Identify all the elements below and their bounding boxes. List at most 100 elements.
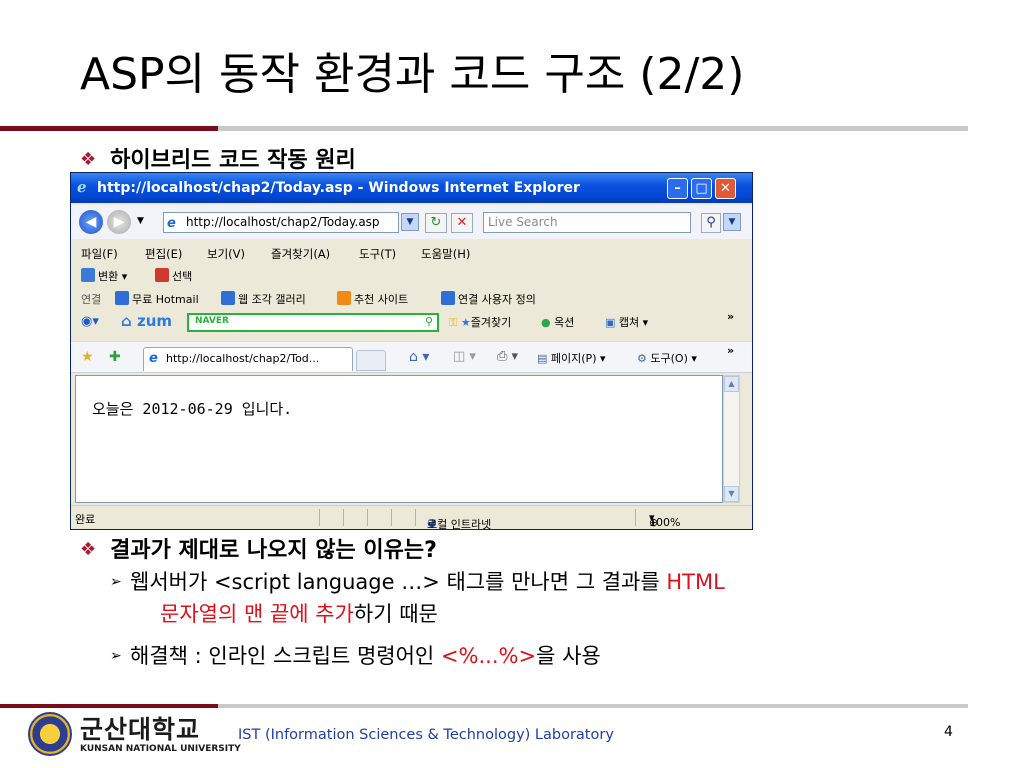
minimize-button[interactable]: – — [667, 178, 688, 199]
menu-view[interactable]: 보기(V) — [207, 246, 245, 262]
bullet-text: 결과가 제대로 나오지 않는 이유는? — [110, 538, 437, 563]
zum-auction-label: 옥션 — [554, 316, 575, 329]
zum-logo[interactable]: ⌂ zum — [121, 312, 172, 330]
zoom-control[interactable]: ⊕ 100% ▾ — [649, 511, 680, 529]
page-number: 4 — [944, 724, 953, 740]
page-menu-label: 페이지(P) — [550, 352, 597, 365]
chevron-right-icon[interactable]: » — [727, 310, 734, 323]
select-button[interactable]: 선택 — [155, 268, 192, 284]
capture-icon: ▣ — [605, 316, 616, 329]
naver-search-icon[interactable]: ⚲ — [425, 315, 433, 328]
link-web-slice-gallery[interactable]: 웹 조각 갤러리 — [221, 291, 306, 307]
tab-today-asp[interactable]: e http://localhost/chap2/Tod... — [143, 347, 353, 371]
select-icon — [155, 268, 169, 282]
status-text: 완료 — [75, 513, 96, 526]
feeds-icon[interactable]: ◫ ▾ — [453, 349, 476, 364]
sub-bullet-highlight: 문자열의 맨 끝에 추가 — [160, 602, 354, 626]
ie-titlebar[interactable]: ℯ http://localhost/chap2/Today.asp - Win… — [71, 173, 752, 203]
refresh-button[interactable]: ↻ — [425, 213, 447, 233]
search-icon[interactable]: ⚲ — [701, 213, 721, 233]
page-content: 오늘은 2012-06-29 입니다. — [75, 375, 723, 503]
lab-name: IST (Information Sciences & Technology) … — [238, 727, 614, 743]
menu-file[interactable]: 파일(F) — [81, 246, 118, 262]
new-tab-button[interactable] — [356, 350, 386, 371]
title-divider — [0, 126, 968, 131]
back-button[interactable]: ◀ — [79, 210, 103, 234]
status-divider — [415, 509, 416, 526]
naver-label: NAVER — [195, 316, 229, 326]
history-dropdown-icon[interactable]: ▼ — [137, 216, 144, 226]
link-label: 추천 사이트 — [354, 293, 409, 306]
ie-logo-icon: ℯ — [77, 178, 87, 196]
scroll-down-icon[interactable]: ▼ — [724, 486, 739, 502]
select-label: 선택 — [172, 270, 193, 283]
menu-favorites[interactable]: 즐겨찾기(A) — [271, 246, 330, 262]
search-options-dropdown[interactable]: ▼ — [723, 213, 741, 231]
footer-divider-accent — [0, 704, 218, 708]
slide-title: ASP의 동작 환경과 코드 구조 (2/2) — [80, 49, 745, 100]
home-icon[interactable]: ⌂ ▾ — [409, 349, 429, 365]
ie-window: ℯ http://localhost/chap2/Today.asp - Win… — [70, 172, 753, 530]
zum-menu-icon[interactable]: ◉▾ — [81, 314, 99, 329]
suggested-sites-icon — [337, 291, 351, 305]
zum-favorites-button[interactable]: ⚿ ★즐겨찾기 — [449, 314, 511, 330]
links-label: 연결 — [81, 293, 102, 306]
sub-bullet-text: 해결책 : 인라인 스크립트 명령어인 — [130, 644, 441, 668]
vertical-scrollbar[interactable]: ▲ ▼ — [723, 375, 740, 503]
zum-toolbar: ◉▾ ⌂ zum NAVER ⚲ ⚿ ★즐겨찾기 ● 옥션 ▣ 캡쳐 ▾ » — [71, 310, 752, 334]
translate-button[interactable]: 변환 ▾ — [81, 268, 127, 284]
link-customize[interactable]: 연결 사용자 정의 — [441, 291, 536, 307]
tools-menu[interactable]: ⚙ 도구(O) ▾ — [637, 350, 697, 366]
status-divider — [367, 509, 368, 526]
print-icon[interactable]: ⎙ ▾ — [497, 349, 518, 364]
star-icon: ★ — [460, 316, 471, 329]
page-icon: e — [149, 351, 158, 366]
arrow-bullet-icon: ➢ — [110, 574, 122, 590]
bullet-text: 하이브리드 코드 작동 원리 — [110, 148, 356, 173]
zum-capture-button[interactable]: ▣ 캡쳐 ▾ — [605, 314, 648, 330]
favorites-star-icon[interactable]: ★ — [81, 349, 94, 365]
ie-page-icon — [115, 291, 129, 305]
address-bar[interactable]: e http://localhost/chap2/Today.asp — [163, 212, 399, 233]
sub-bullet-solution: ➢ 해결책 : 인라인 스크립트 명령어인 <%...%>을 사용 — [110, 641, 601, 671]
university-name-korean: 군산대학교 — [80, 715, 201, 744]
diamond-bullet-icon: ❖ — [80, 149, 97, 170]
arrow-bullet-icon: ➢ — [110, 648, 122, 664]
naver-search-input[interactable]: NAVER ⚲ — [187, 313, 439, 332]
links-bar: 연결 무료 Hotmail 웹 조각 갤러리 추천 사이트 연결 사용자 정의 — [71, 289, 752, 309]
chevron-right-icon[interactable]: » — [727, 344, 734, 357]
forward-button[interactable]: ▶ — [107, 210, 131, 234]
menu-edit[interactable]: 편집(E) — [145, 246, 182, 262]
link-label: 웹 조각 갤러리 — [238, 293, 306, 306]
status-divider — [343, 509, 344, 526]
auction-icon: ● — [541, 316, 551, 329]
favorites-tab-bar: ★ ✚ e http://localhost/chap2/Tod... ⌂ ▾ … — [71, 341, 752, 373]
search-input[interactable]: Live Search — [483, 212, 691, 233]
maximize-button[interactable]: □ — [691, 178, 712, 199]
zoom-level: 100% — [649, 516, 681, 529]
status-divider — [319, 509, 320, 526]
diamond-bullet-icon: ❖ — [80, 539, 97, 560]
title-divider-accent — [0, 126, 218, 131]
zum-auction-button[interactable]: ● 옥션 — [541, 314, 574, 330]
page-menu[interactable]: ▤ 페이지(P) ▾ — [537, 350, 606, 366]
translate-toolbar: 변환 ▾ 선택 — [71, 266, 752, 286]
link-hotmail[interactable]: 무료 Hotmail — [115, 291, 199, 307]
scroll-up-icon[interactable]: ▲ — [724, 376, 739, 392]
key-icon: ⚿ — [449, 316, 458, 329]
sub-bullet-text: 하기 때문 — [353, 602, 438, 626]
stop-button[interactable]: ✕ — [451, 213, 473, 233]
tab-label: http://localhost/chap2/Tod... — [166, 352, 320, 365]
link-suggested-sites[interactable]: 추천 사이트 — [337, 291, 408, 307]
tools-menu-label: 도구(O) — [650, 352, 688, 365]
sub-bullet-highlight: HTML — [666, 570, 725, 594]
close-button[interactable]: ✕ — [715, 178, 736, 199]
sub-bullet-reason: ➢ 웹서버가 <script language …> 태그를 만나면 그 결과를… — [110, 567, 725, 597]
add-favorites-icon[interactable]: ✚ — [109, 349, 121, 365]
address-dropdown-button[interactable]: ▼ — [401, 213, 419, 231]
ie-page-icon — [221, 291, 235, 305]
menu-tools[interactable]: 도구(T) — [359, 246, 396, 262]
zum-favorites-label: 즐겨찾기 — [470, 316, 512, 329]
menu-help[interactable]: 도움말(H) — [421, 246, 470, 262]
window-title: http://localhost/chap2/Today.asp - Windo… — [97, 180, 580, 196]
